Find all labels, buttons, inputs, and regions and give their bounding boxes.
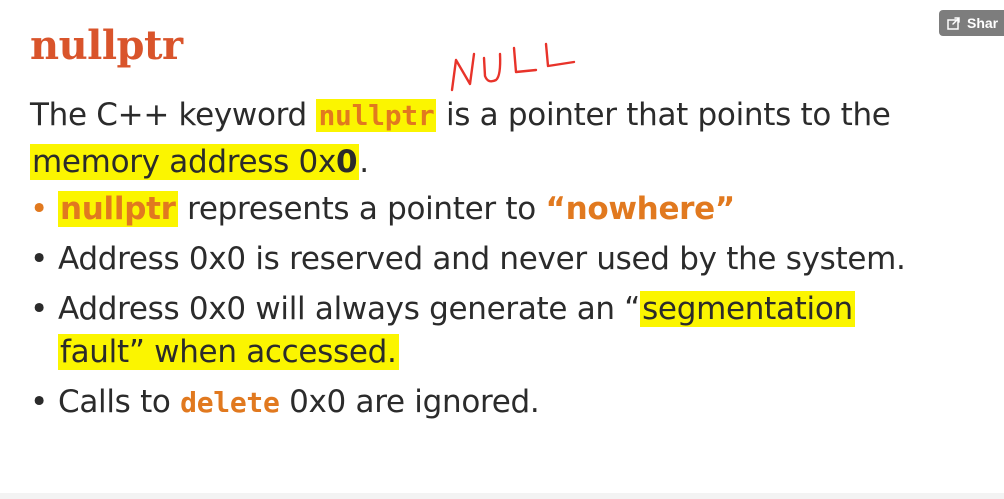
intro-text-1: The C++ keyword <box>30 97 317 133</box>
nullptr-keyword: nullptr <box>58 191 178 227</box>
handwritten-null-annotation <box>450 42 576 92</box>
bullet-dot-icon: • <box>30 384 48 420</box>
bullet-text: 0x0 are ignored. <box>279 384 540 420</box>
bullet-text: Calls to <box>58 384 181 420</box>
bullet-dot-icon: • <box>30 191 48 227</box>
share-button[interactable]: Shar <box>939 10 1004 36</box>
bullet-dot-icon: • <box>30 291 48 327</box>
nullptr-keyword: nullptr <box>316 99 437 132</box>
bullet-text: Address 0x0 is reserved and never used b… <box>58 241 906 277</box>
memory-address-highlight: memory address 0x0 <box>30 144 360 180</box>
bullet-text: Address 0x0 will always generate an “ <box>58 291 641 327</box>
intro-period: . <box>359 144 369 180</box>
bullet-dot-icon: • <box>30 241 48 277</box>
slide: nullptr The C++ keyword nullptr is a poi… <box>0 0 1004 499</box>
share-label: Shar <box>967 15 999 31</box>
intro-paragraph: The C++ keyword nullptr is a pointer tha… <box>30 92 980 185</box>
fault-highlight: fault” when accessed. <box>58 334 399 370</box>
slide-title: nullptr <box>30 22 183 69</box>
list-item: • Address 0x0 is reserved and never used… <box>30 238 980 281</box>
list-item: • nullptr represents a pointer to “nowhe… <box>30 188 980 231</box>
memory-address-zero: 0 <box>336 144 358 180</box>
intro-text-2: is a pointer that points to the <box>436 97 891 133</box>
list-item: • Address 0x0 will always generate an “s… <box>30 288 980 374</box>
bottom-divider <box>0 493 1004 499</box>
bullet-text: represents a pointer to <box>177 191 546 227</box>
list-item: • Calls to delete 0x0 are ignored. <box>30 381 980 424</box>
nowhere-emphasis: “nowhere” <box>545 191 736 227</box>
memory-address-text: memory address 0x <box>32 144 336 180</box>
delete-keyword: delete <box>180 386 280 419</box>
share-icon <box>947 17 960 30</box>
segmentation-highlight: segmentation <box>640 291 855 327</box>
bullet-list: • nullptr represents a pointer to “nowhe… <box>30 188 980 431</box>
